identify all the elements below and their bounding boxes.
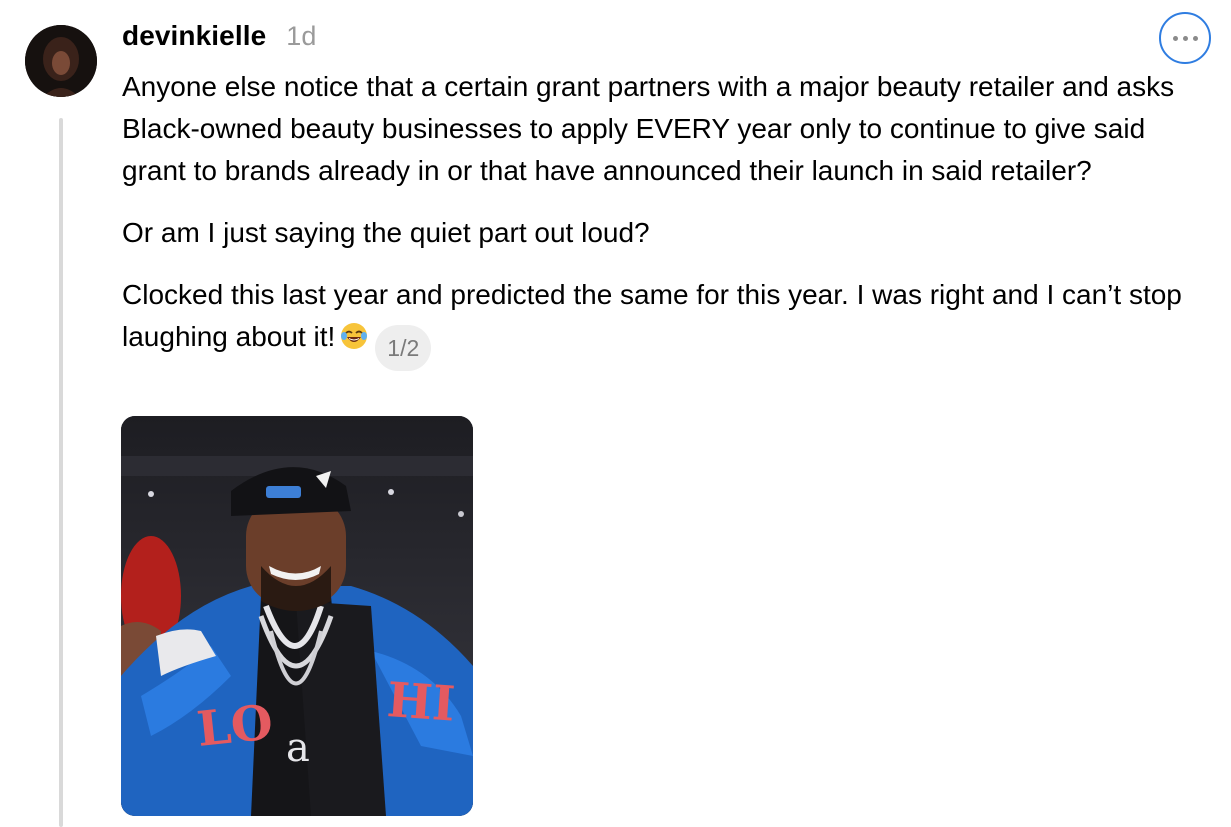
post: devinkielle 1d Anyone else notice that a… [0,0,1231,827]
svg-text:a: a [286,725,310,771]
username[interactable]: devinkielle [122,20,266,52]
avatar[interactable] [25,25,97,97]
post-header: devinkielle 1d [122,20,316,60]
post-body: Anyone else notice that a certain grant … [122,66,1212,391]
post-paragraph: Or am I just saying the quiet part out l… [122,217,650,248]
post-paragraph: Clocked this last year and predicted the… [122,274,1212,371]
media-page-counter[interactable]: 1/2 [375,325,432,371]
attached-gif[interactable]: a LO HI [121,416,473,816]
post-paragraph: Anyone else notice that a certain grant … [122,71,1175,186]
timestamp[interactable]: 1d [286,21,316,52]
thread-line [59,118,63,827]
svg-text:LO: LO [194,694,275,758]
more-options-icon [1172,35,1198,41]
more-options-button[interactable] [1159,12,1211,64]
post-paragraph-text: Clocked this last year and predicted the… [122,279,1182,352]
face-with-tears-of-joy-icon [339,321,369,351]
svg-text:HI: HI [385,672,457,733]
